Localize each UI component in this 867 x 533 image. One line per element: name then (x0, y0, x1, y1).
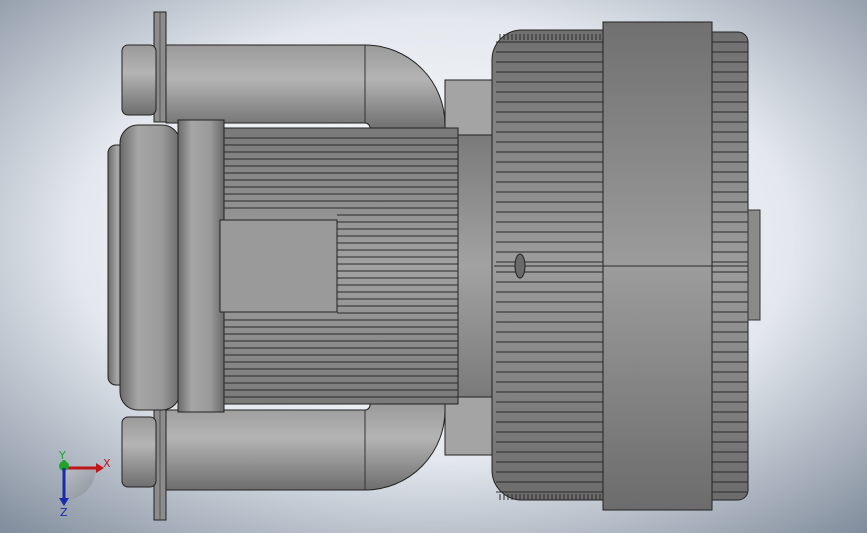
triad-plane (64, 468, 96, 500)
y-axis-label: Y (58, 449, 66, 462)
z-axis-arrowhead (59, 498, 69, 506)
orientation-triad[interactable]: X Y Z (0, 0, 867, 533)
cad-viewport[interactable]: X Y Z (0, 0, 867, 533)
x-axis-label: X (103, 457, 111, 470)
z-axis-label: Z (60, 506, 68, 519)
